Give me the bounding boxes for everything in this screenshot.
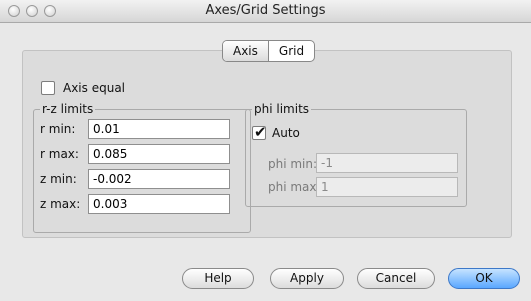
r-max-label: r max: — [40, 147, 79, 161]
tab-axis[interactable]: Axis — [223, 41, 268, 61]
tab-content-panel: Axis equal r-z limits r min: r max: z mi… — [22, 50, 512, 238]
tab-bar: Axis Grid — [222, 40, 316, 62]
ok-button[interactable]: OK — [448, 268, 520, 289]
help-button[interactable]: Help — [182, 268, 254, 289]
phi-min-field — [316, 153, 458, 173]
z-max-label: z max: — [40, 197, 81, 211]
window-title: Axes/Grid Settings — [205, 3, 326, 18]
phi-max-label: phi max: — [268, 180, 321, 194]
r-max-field[interactable] — [88, 144, 230, 164]
phi-limits-title: phi limits — [252, 102, 312, 116]
r-min-field[interactable] — [88, 119, 230, 139]
z-max-field[interactable] — [88, 194, 230, 214]
title-bar: Axes/Grid Settings — [0, 0, 531, 23]
r-min-label: r min: — [40, 122, 76, 136]
z-min-field[interactable] — [88, 169, 230, 189]
axis-equal-label: Axis equal — [63, 81, 126, 95]
z-min-label: z min: — [40, 172, 77, 186]
cancel-button[interactable]: Cancel — [357, 268, 435, 289]
rz-limits-title: r-z limits — [40, 102, 96, 116]
phi-max-field — [316, 177, 458, 197]
apply-button[interactable]: Apply — [270, 268, 344, 289]
settings-window: Axes/Grid Settings Axis equal r-z limits… — [0, 0, 531, 301]
auto-label: Auto — [272, 126, 300, 140]
phi-min-label: phi min: — [268, 157, 318, 171]
tab-grid[interactable]: Grid — [267, 41, 314, 61]
auto-checkbox[interactable] — [252, 123, 267, 141]
rz-limits-group: r-z limits r min: r max: z min: z max: — [33, 102, 251, 233]
phi-limits-group: phi limits Auto phi min: phi max: — [245, 102, 467, 207]
axis-equal-checkbox[interactable] — [41, 81, 55, 95]
